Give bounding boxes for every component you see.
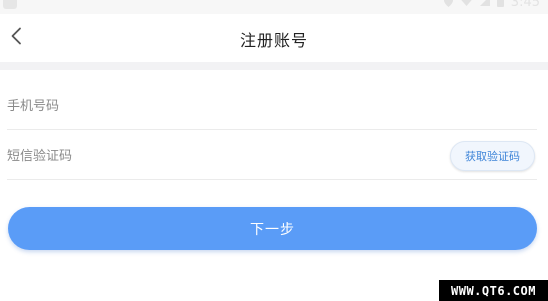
page-title: 注册账号 <box>239 31 308 50</box>
status-icons: 3:45 <box>443 0 540 11</box>
phone-input[interactable] <box>7 94 427 118</box>
get-code-button[interactable]: 获取验证码 <box>450 141 535 171</box>
location-icon <box>443 0 453 11</box>
battery-icon <box>496 0 504 11</box>
notification-icon <box>3 0 17 9</box>
next-step-button[interactable]: 下一步 <box>8 207 537 250</box>
section-divider <box>0 62 548 70</box>
status-bar: 3:45 <box>0 0 548 14</box>
sms-code-input[interactable] <box>7 144 427 168</box>
wifi-icon <box>460 0 473 10</box>
signal-icon <box>479 0 490 10</box>
phone-row <box>7 80 537 130</box>
header: 注册账号 <box>0 14 548 62</box>
site-watermark: WWW.QT6.COM <box>439 280 548 301</box>
status-time: 3:45 <box>510 0 540 10</box>
sms-code-row: 获取验证码 <box>7 130 537 180</box>
